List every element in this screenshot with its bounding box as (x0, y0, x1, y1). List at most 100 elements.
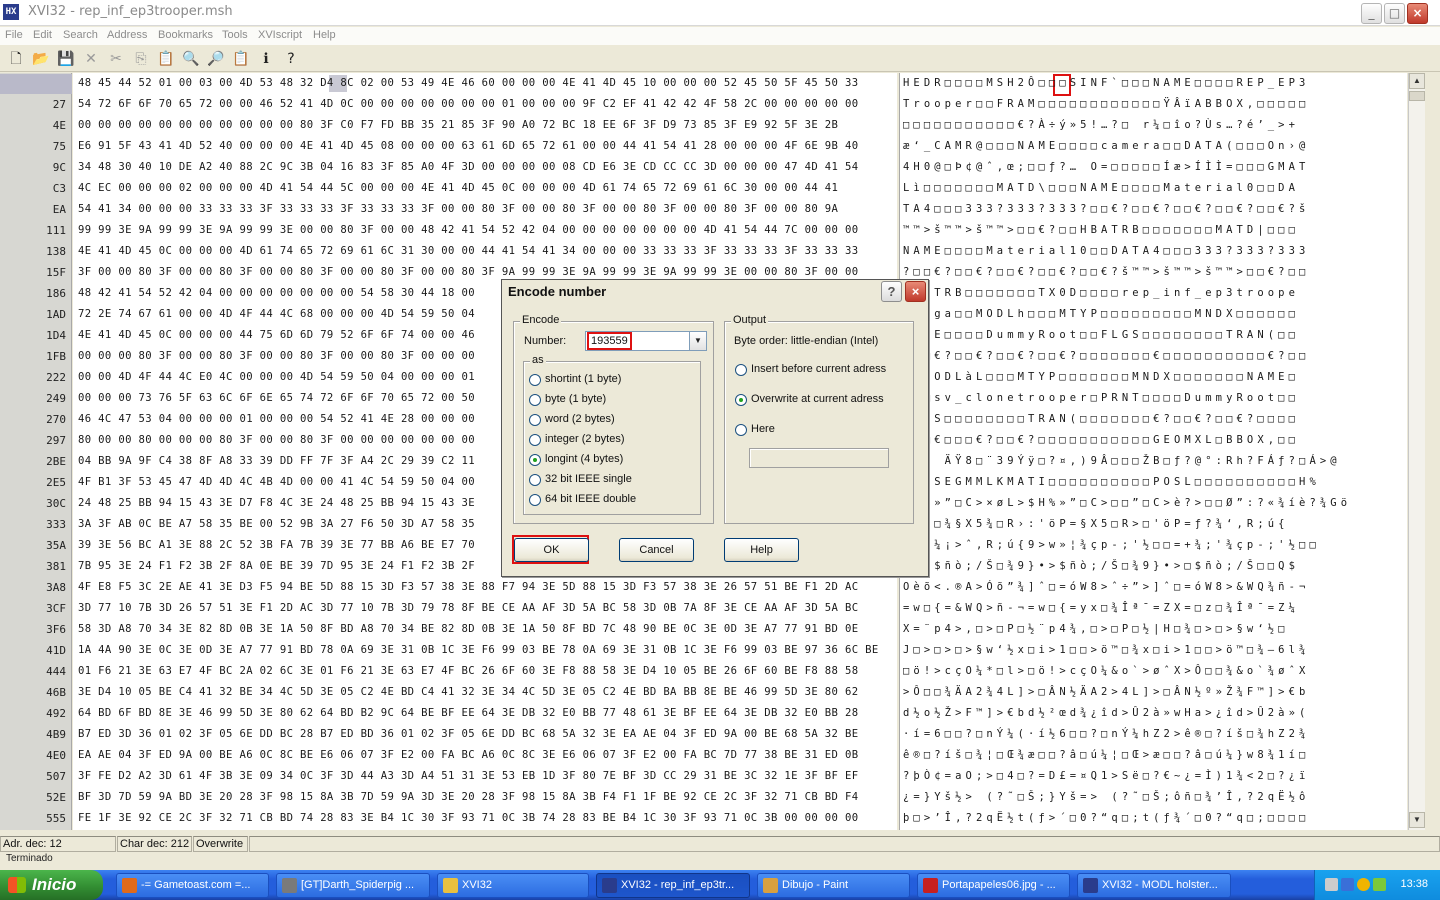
menu-edit[interactable]: Edit (33, 29, 52, 41)
hex-row[interactable]: 99 99 3E 9A 99 99 3E 9A 99 99 3E 00 00 8… (78, 224, 858, 236)
hex-row[interactable]: 01 F6 21 3E 63 E7 4F BC 2A 02 6C 3E 01 F… (78, 665, 858, 677)
script-icon[interactable]: ℹ (256, 49, 276, 69)
ascii-row[interactable]: 9>V¼¡>ˆ,R;ú{9>w»¦¾çp-;'½□□=+¾;'¾çp-;'½□□ (903, 539, 1320, 551)
taskbar-button[interactable]: [GT]Darth_Spiderpig ... (276, 873, 430, 898)
hex-row[interactable]: 7B 95 3E 24 F1 F2 3B 2F 8A 0E BE 39 7D 9… (78, 560, 475, 572)
radio-button-icon[interactable] (529, 414, 541, 426)
ascii-row[interactable]: þ□>’Î,?2qË½t(ƒ>´□0?“q□;t(ƒ¾´□0?“q□;□□□□ (903, 812, 1309, 824)
taskbar-button[interactable]: Portapapeles06.jpg - ... (917, 873, 1070, 898)
ascii-row[interactable]: {•>$ñò;/Š□¾9}•>$ñò;/Š□¾9}•>□$ñò;/Š□□Q$ (903, 560, 1299, 572)
help-icon[interactable]: ? (281, 49, 301, 69)
close-button[interactable]: × (1407, 3, 1428, 24)
find-replace-icon[interactable]: 🔎 (206, 49, 226, 69)
scroll-thumb[interactable] (1409, 91, 1425, 101)
ascii-row[interactable]: □□□€?□□€?□□€?□□€?□□□□□□□€□□□□□□□□□□€?□□ (903, 350, 1309, 362)
dialog-close-icon[interactable]: × (905, 281, 926, 302)
hex-row[interactable]: 4E 41 4D 45 0C 00 00 00 4D 61 74 65 72 6… (78, 245, 858, 257)
open-folder-icon[interactable]: 📂 (31, 49, 51, 69)
hex-row[interactable]: 00 00 4D 4F 44 4C E0 4C 00 00 00 4D 54 5… (78, 371, 475, 383)
radio-button-icon[interactable] (735, 394, 747, 406)
menu-help[interactable]: Help (313, 29, 336, 41)
ascii-row[interactable]: □□□sv_clonetrooper□PRNT□□□□DummyRoot□□ (903, 392, 1299, 404)
vertical-scrollbar[interactable]: ▲ ▼ (1408, 73, 1425, 830)
new-file-icon[interactable]: 🗋 (6, 49, 26, 69)
number-input[interactable]: 193559 (585, 331, 693, 351)
ascii-row[interactable]: J□>□>□>§w‘½x□i>1□□>ö™□¾x□i>1□□>ö™□¾—6l¾ (903, 644, 1309, 656)
hex-row[interactable]: 4C EC 00 00 00 02 00 00 00 4D 41 54 44 5… (78, 182, 838, 194)
find-icon[interactable]: 🔍 (181, 49, 201, 69)
hex-row[interactable]: 3E D4 10 05 BE C4 41 32 BE 34 4C 5D 3E 0… (78, 686, 858, 698)
ascii-row[interactable]: TA4□□□333?333?333?□□€?□□€?□□€?□□€?□□€?š (903, 203, 1309, 215)
hex-row[interactable]: 00 00 00 73 76 5F 63 6C 6F 6E 65 74 72 6… (78, 392, 475, 404)
tray-network-icon[interactable] (1325, 878, 1338, 891)
hex-row[interactable]: 4F E8 F5 3C 2E AE 41 3E D3 F5 94 BE 5D 8… (78, 581, 858, 593)
radio-button-icon[interactable] (529, 394, 541, 406)
ascii-row[interactable]: ?þÒ¢=aO;>□4□?=D£=¤Q1>Së□?€~¿=Ì)1¾<2□?¿ï (903, 770, 1309, 782)
ascii-row[interactable]: NAME□□□□DummyRoot□□FLGS□□□□□□□□TRAN(□□ (903, 329, 1299, 341)
number-dropdown-icon[interactable]: ▼ (689, 331, 707, 351)
taskbar-button[interactable]: XVI32 - MODL holster... (1077, 873, 1231, 898)
hex-row[interactable]: 80 00 00 80 00 00 00 80 3F 00 00 80 3F 0… (78, 434, 475, 446)
ascii-row[interactable]: €□□€□□□€?□□€?□□□□□□□□□□□GEOMXL□BBOX,□□ (903, 434, 1299, 446)
ascii-row[interactable]: HEDR□□□□MSH2Ô□□□SINF`□□□NAME□□□□REP_EP3 (903, 77, 1309, 89)
hex-row[interactable]: B7 ED 3D 36 01 02 3F 05 6E DD BC 28 B7 E… (78, 728, 858, 740)
here-address-input[interactable] (749, 448, 889, 468)
tray-app-icon[interactable] (1357, 878, 1370, 891)
maximize-button[interactable]: □ (1384, 3, 1405, 24)
radio-button-icon[interactable] (529, 374, 541, 386)
ascii-row[interactable]: Oèõ<.®A>Óõ”¾]ˆ□=óW8>ˆ÷”>]ˆ□=óW8>&WQ¾ñ-¬ (903, 581, 1309, 593)
radio-button-icon[interactable] (529, 454, 541, 466)
ascii-row[interactable]: NAME□□□□Material10□□DATA4□□□333?333?333 (903, 245, 1309, 257)
ascii-row[interactable]: □□□□□□□□□□□€?À÷ý»5!…?□ r¼□îo?Ùs…?é’_>+ (903, 119, 1299, 131)
ascii-row[interactable]: O±?SEGMMLKMATI□□□□□□□□□□POSL□□□□□□□□□□H% (903, 476, 1320, 488)
hex-row[interactable]: E6 91 5F 43 41 4D 52 40 00 00 00 4E 41 4… (78, 140, 858, 152)
radio-button-icon[interactable] (529, 494, 541, 506)
ascii-row[interactable]: ?□□€?□□€?□□€?□□€?□□€?š™™>š™™>š™™>□□€?□□ (903, 266, 1309, 278)
cancel-button[interactable]: Cancel (619, 538, 694, 562)
ascii-row[interactable]: r.tga□□MODLh□□□MTYP□□□□□□□□□MNDX□□□□□□ (903, 308, 1299, 320)
copy-icon[interactable]: ⎘ (131, 49, 151, 69)
ascii-row[interactable]: Trooper□□FRAM□□□□□□□□□□□□ŸÂïABBOX,□□□□□ (903, 98, 1309, 110)
hex-row[interactable]: 4E 41 4D 45 0C 00 00 00 44 75 6D 6D 79 5… (78, 329, 475, 341)
menu-tools[interactable]: Tools (222, 29, 248, 41)
hex-row[interactable]: 64 BD 6F BD 8E 3E 46 99 5D 3E 80 62 64 B… (78, 707, 858, 719)
taskbar-button[interactable]: -= Gametoast.com =... (116, 873, 269, 898)
radio-button-icon[interactable] (529, 474, 541, 486)
ascii-row[interactable]: HBATRB□□□□□□□TX0D□□□□rep_inf_ep3troope (903, 287, 1299, 299)
clipboard-icon[interactable]: 📋 (231, 49, 251, 69)
ascii-row[interactable]: Lì□□□□□□□MATD\□□□NAME□□□□Material0□□DA (903, 182, 1299, 194)
hex-row[interactable]: 58 3D A8 70 34 3E 82 8D 0B 3E 1A 50 8F B… (78, 623, 858, 635)
scroll-down-icon[interactable]: ▼ (1409, 812, 1425, 828)
hex-row[interactable]: 00 00 00 00 00 00 00 00 00 00 00 80 3F C… (78, 119, 838, 131)
taskbar-button[interactable]: XVI32 (437, 873, 589, 898)
help-button[interactable]: Help (724, 538, 799, 562)
hex-row[interactable]: 48 42 41 54 52 42 04 00 00 00 00 00 00 0… (78, 287, 475, 299)
scroll-up-icon[interactable]: ▲ (1409, 73, 1425, 89)
ascii-row[interactable]: ê®□?íš□¾¦□Œ¾æ□□?â□ú¼¦□Œ>æ□□?â□ú¼}w8¾1í□ (903, 749, 1309, 761)
ascii-row[interactable]: d½o½Ž>F™]>€bd½²œd¾¿îd>Û2à»wHa>¿îd>Û2à»( (903, 707, 1309, 719)
ascii-row[interactable]: >Ô□□¾ÄA2¾4L]>□ÂN½ÄA2>4L]>□ÂN½º»Ž¾F™]>€b (903, 686, 1309, 698)
ascii-row[interactable]: □»š ÄŸ8□¨39Ýÿ□?¤,)9Â□□□ŽB□ƒ?@°:Rh?FÁƒ?□Á… (903, 455, 1341, 467)
start-button[interactable]: Inicio (0, 870, 103, 900)
menu-xviscript[interactable]: XVIscript (258, 29, 302, 41)
ascii-row[interactable]: æ‘_CAMR@□□□NAME□□□□camera□□DATA(□□□On›@ (903, 140, 1309, 152)
hex-row[interactable]: 3F FE D2 A2 3D 61 4F 3B 3E 09 34 0C 3F 3… (78, 770, 858, 782)
ascii-row[interactable]: =w□{=&WQ>ñ-¬=w□{=yx□¾Îª¯=ZX=□z□¾Îª¯=Z¼ (903, 602, 1299, 614)
ascii-row[interactable]: :?«□¾§X5¾□R›:'öP=§X5□R>□'öP=ƒ?¾‘,R;ú{ (903, 518, 1289, 530)
hex-row[interactable]: 72 2E 74 67 61 00 00 4D 4F 44 4C 68 00 0… (78, 308, 475, 320)
ascii-row[interactable]: 4H0@□Þ¢@ˆ,œ;□□ƒ?… O=□□□□□Íæ>ÍÌÌ=□□□GMAT (903, 161, 1309, 173)
minimize-button[interactable]: _ (1361, 3, 1382, 24)
ok-button[interactable]: OK (514, 538, 589, 562)
hex-row[interactable]: 46 4C 47 53 04 00 00 00 01 00 00 00 54 5… (78, 413, 475, 425)
hex-row[interactable]: BF 3D 7D 59 9A BD 3E 20 28 3F 98 15 8A 3… (78, 791, 858, 803)
ascii-row[interactable]: $H%»”□C>×øL>$H%»”□C>□□”□C>è?>□□Ø”:?«¾íè?… (903, 497, 1351, 509)
number-value[interactable]: 193559 (587, 332, 632, 350)
radio-button-icon[interactable] (735, 424, 747, 436)
hex-row[interactable]: 34 48 30 40 10 DE A2 40 88 2C 9C 3B 04 1… (78, 161, 858, 173)
paste-icon[interactable]: 📋 (156, 49, 176, 69)
hex-row[interactable]: 54 41 34 00 00 00 33 33 33 3F 33 33 33 3… (78, 203, 838, 215)
hex-row[interactable]: FE 1F 3E 92 CE 2C 3F 32 71 CB BD 74 28 8… (78, 812, 858, 824)
dialog-help-icon[interactable]: ? (881, 281, 902, 302)
hex-row[interactable]: 04 BB 9A 9F C4 38 8F A8 33 39 DD FF 7F 3… (78, 455, 475, 467)
ascii-row[interactable]: □ö!>cçO¼*□l>□ö!>cçO¼&o`>øˆX>Ô□□¾&o`¾øˆX (903, 665, 1309, 677)
